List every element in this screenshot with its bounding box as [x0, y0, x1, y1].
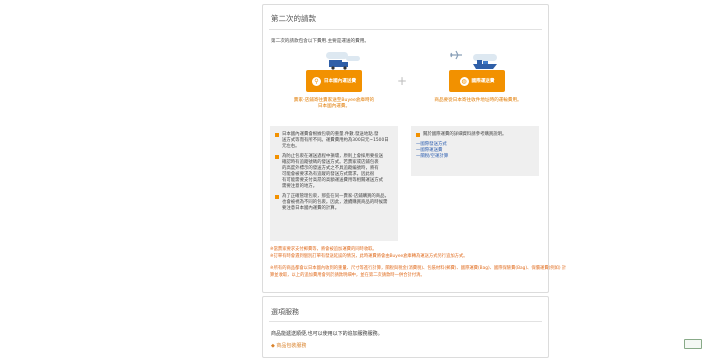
domestic-caption-line: 日本國內運費。: [317, 104, 351, 109]
section-intro: 第二次的請款包含以下費用.主要是運送的費用。: [271, 39, 369, 44]
bullet-icon: [275, 133, 279, 137]
link-customs-calculation[interactable]: 一關稅/空運計算: [416, 154, 534, 160]
notes-box-right: 關於國際運費的詳細資料請參考購買說明。 一國際發送方式 一國際運送費 一關稅/空…: [411, 126, 539, 176]
divider: [269, 29, 542, 30]
notes-box-left: 日本國內運費會根據包裹的重量.件數.發送地點.發 送方式等而有所不同。運費費用約為…: [270, 126, 398, 241]
international-shipping-badge: ◍ 國際運送費: [449, 70, 505, 92]
globe-icon: ◍: [459, 76, 469, 86]
international-shipping-illustration: ◍ 國際運送費: [443, 50, 511, 96]
note-text: 需要注意的地方。: [282, 184, 318, 189]
section-title: 第二次的請款: [271, 14, 316, 23]
bullet-icon: [416, 133, 420, 137]
warning-text: ※當賣家要求支付郵費等，將會被追加運費的同時收取。: [270, 247, 377, 252]
note-text: 關於國際運費的詳細資料請參考購買說明。: [423, 132, 507, 137]
domestic-shipping-illustration: ⚲ 日本國內運送費: [300, 50, 368, 96]
truck-icon: [329, 60, 348, 70]
wrench-icon: ⚲: [311, 76, 321, 86]
divider: [269, 321, 542, 322]
note-text: 要注意日本國內運費的計算。: [282, 206, 340, 211]
option-service-item[interactable]: ◆ 商品包裝服務: [271, 342, 306, 349]
notes-list: 日本國內運費會根據包裹的重量.件數.發送地點.發 送方式等而有所不同。運費費用約為…: [270, 126, 398, 212]
warning-text: 算並收取，以上的追加費用會列於請款明細中，並在第二次請款時一併合計付清。: [270, 273, 425, 278]
international-shipping-label: 國際運送費: [471, 79, 495, 84]
domestic-caption: 賣家-店鋪寄往賣家送至Buyee倉庫時的 日本國內運費。: [285, 98, 383, 110]
section-title: 選項服務: [271, 308, 299, 316]
option-services-text: 商品能遞送順便,也可以使用以下的追加服務服務。: [271, 331, 383, 337]
bullet-icon: [275, 195, 279, 199]
warning-text: ※訂單有時會遇到個別訂單有發送延誤的情況，此時運費將會由Buyee倉庫轉為運送方…: [270, 254, 468, 259]
ship-icon: [473, 60, 497, 69]
airplane-icon: [450, 50, 462, 60]
international-caption: 商品要從日本寄往收件地址時的運輸費用。: [434, 98, 522, 103]
bullet-icon: [275, 155, 279, 159]
note-text: 元左右。: [282, 144, 300, 149]
warning-text: ※所有的商品都會以日本國內收到的重量、尺寸等進行計算，關稅與稅金(消費稅)、包裝…: [270, 266, 567, 271]
note-item: 關於國際運費的詳細資料請參考購買說明。: [416, 132, 534, 138]
plus-sign: +: [397, 74, 408, 88]
domestic-shipping-label: 日本國內運送費: [323, 79, 357, 84]
note-item: 為防止包裹在運送過程中損壞，原則上會採用要投送 確認時有追蹤號碼的發送方式。若賣家…: [275, 154, 393, 190]
domestic-shipping-badge: ⚲ 日本國內運送費: [306, 70, 362, 92]
option-services-panel: 選項服務 商品能遞送順便,也可以使用以下的追加服務服務。 ◆ 商品包裝服務: [262, 296, 549, 358]
note-item: 為了正確管理包裹，那些在同一賣家-店鋪購買的商品， 也會被視為不同的包裹。因此，連…: [275, 194, 393, 212]
note-item: 日本國內運費會根據包裹的重量.件數.發送地點.發 送方式等而有所不同。運費費用約為…: [275, 132, 393, 150]
floating-widget-button[interactable]: [684, 339, 702, 349]
